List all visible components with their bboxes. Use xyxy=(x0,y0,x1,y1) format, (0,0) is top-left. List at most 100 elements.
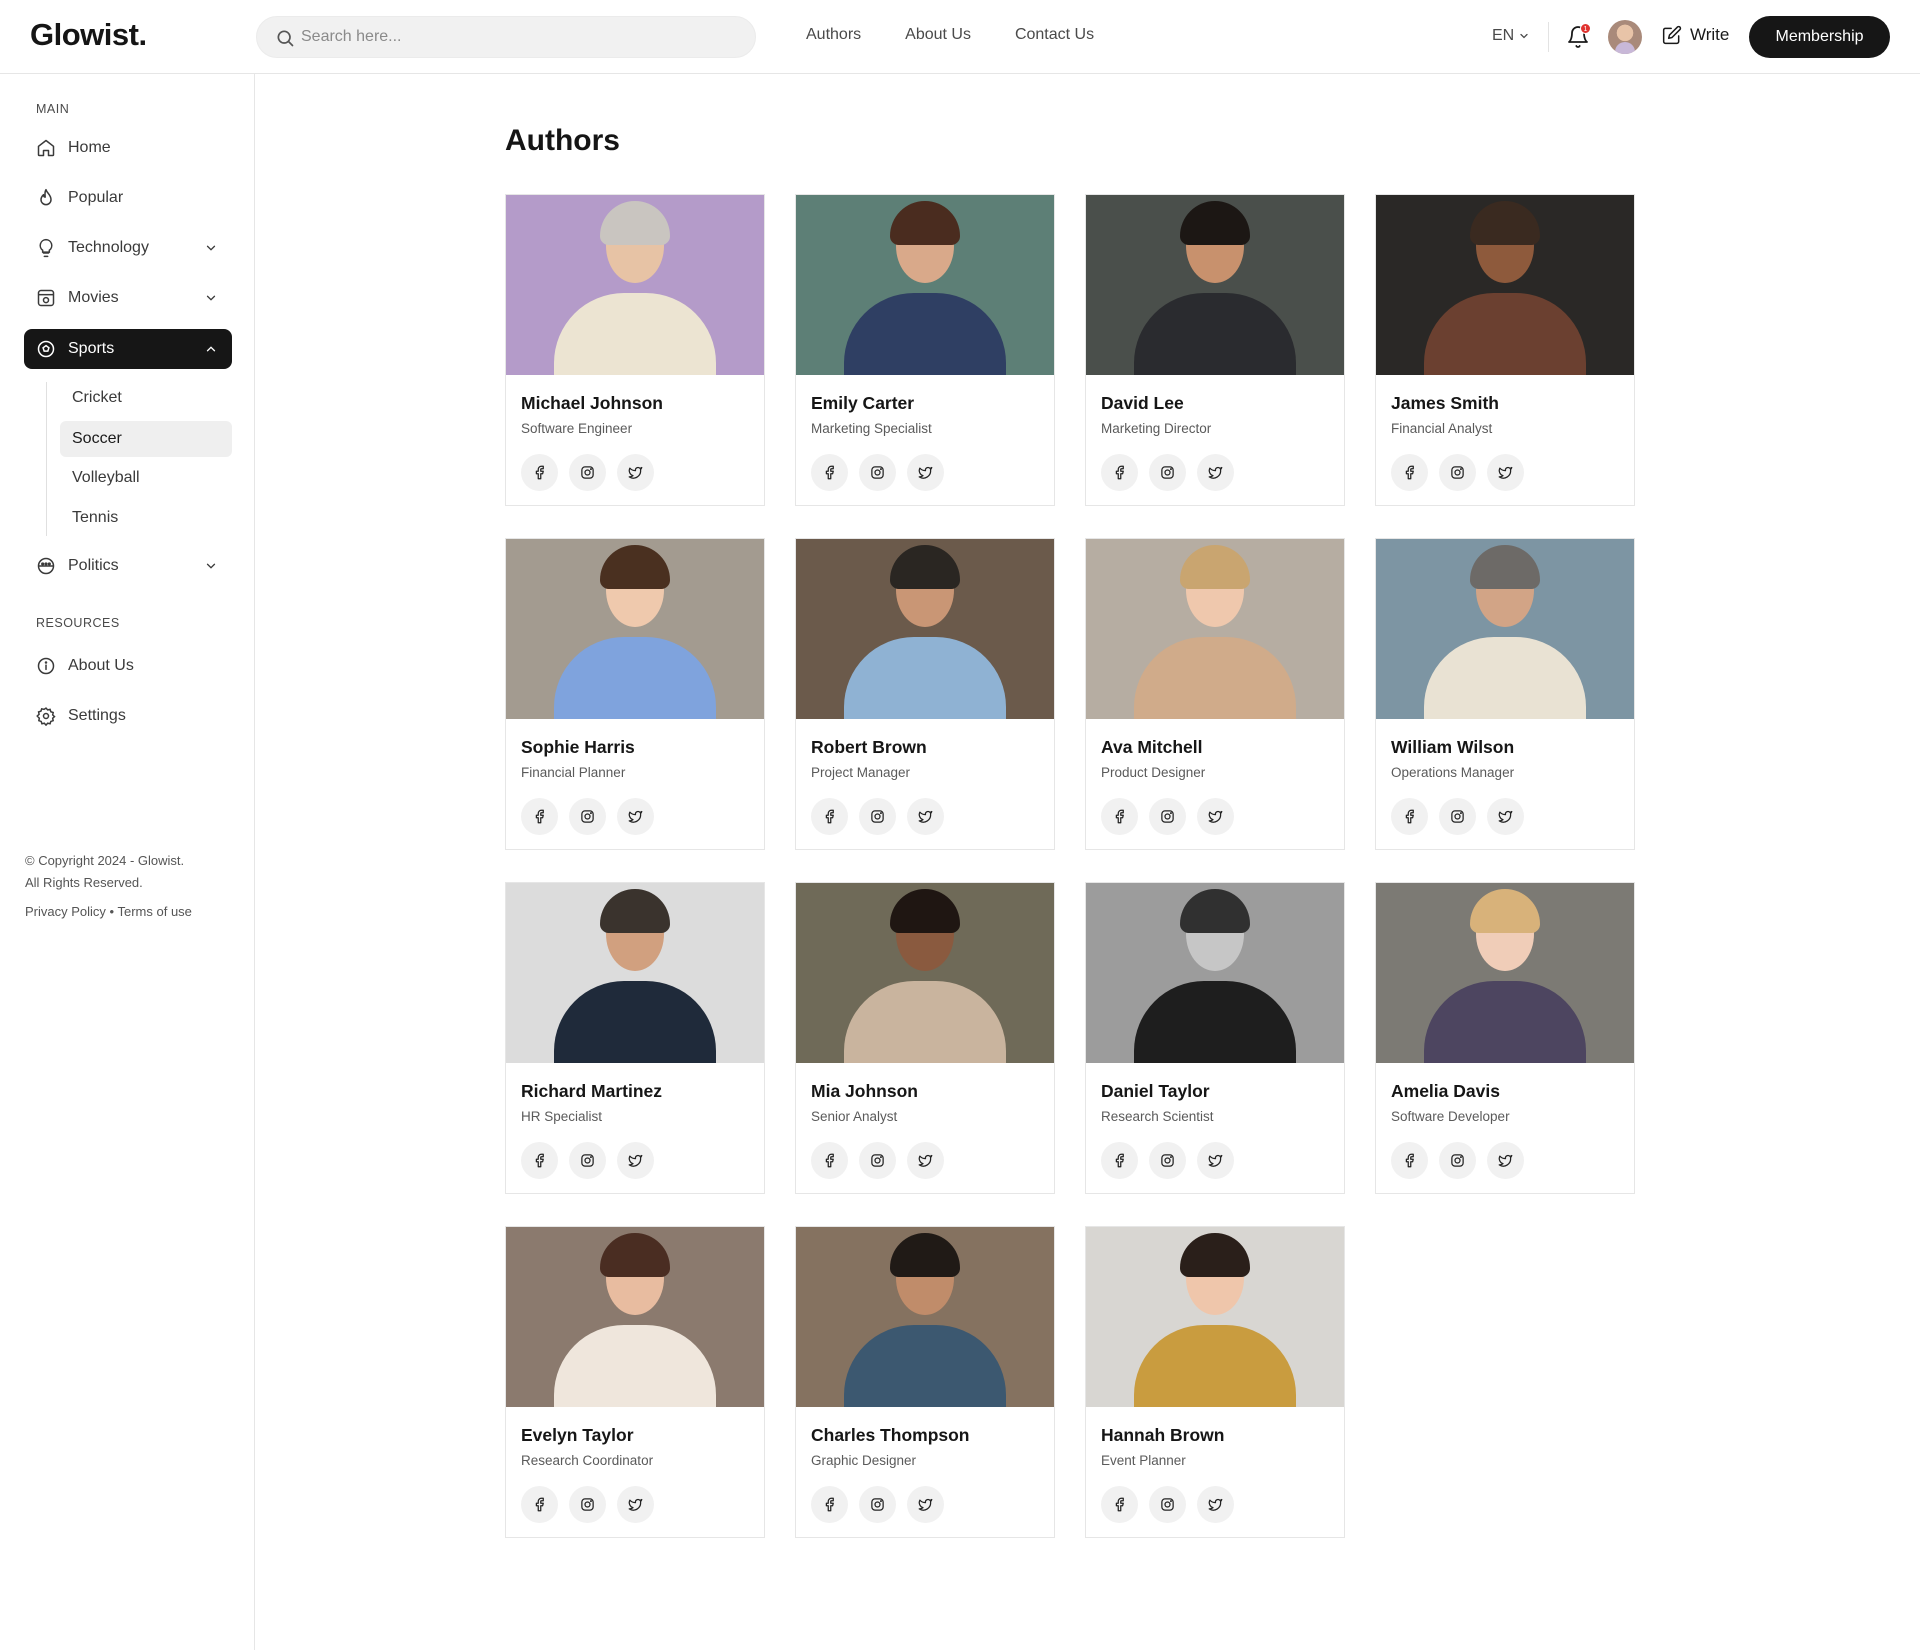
instagram-button[interactable] xyxy=(1439,798,1476,835)
membership-button[interactable]: Membership xyxy=(1749,16,1890,58)
author-card[interactable]: William Wilson Operations Manager xyxy=(1375,538,1635,850)
facebook-button[interactable] xyxy=(811,1486,848,1523)
author-name[interactable]: Ava Mitchell xyxy=(1101,737,1202,758)
instagram-button[interactable] xyxy=(859,454,896,491)
facebook-button[interactable] xyxy=(521,454,558,491)
twitter-button[interactable] xyxy=(617,1486,654,1523)
facebook-button[interactable] xyxy=(1101,798,1138,835)
author-card[interactable]: Evelyn Taylor Research Coordinator xyxy=(505,1226,765,1538)
terms-of-use-link[interactable]: Terms of use xyxy=(117,904,191,919)
author-name[interactable]: Daniel Taylor xyxy=(1101,1081,1210,1102)
nav-link-about-us[interactable]: About Us xyxy=(905,26,971,44)
sidebar-item-movies[interactable]: Movies xyxy=(24,278,232,318)
twitter-button[interactable] xyxy=(1487,798,1524,835)
author-card[interactable]: David Lee Marketing Director xyxy=(1085,194,1345,506)
search-input[interactable] xyxy=(301,17,741,57)
facebook-button[interactable] xyxy=(1391,1142,1428,1179)
twitter-button[interactable] xyxy=(907,798,944,835)
author-card[interactable]: James Smith Financial Analyst xyxy=(1375,194,1635,506)
user-avatar[interactable] xyxy=(1608,20,1642,54)
facebook-button[interactable] xyxy=(811,454,848,491)
author-card[interactable]: Hannah Brown Event Planner xyxy=(1085,1226,1345,1538)
instagram-button[interactable] xyxy=(859,798,896,835)
sidebar-item-home[interactable]: Home xyxy=(24,128,232,168)
facebook-button[interactable] xyxy=(1391,798,1428,835)
instagram-button[interactable] xyxy=(1149,1486,1186,1523)
author-card[interactable]: Charles Thompson Graphic Designer xyxy=(795,1226,1055,1538)
search-bar[interactable] xyxy=(256,16,756,58)
instagram-button[interactable] xyxy=(569,798,606,835)
author-card[interactable]: Amelia Davis Software Developer xyxy=(1375,882,1635,1194)
twitter-button[interactable] xyxy=(1197,1142,1234,1179)
sidebar-item-technology[interactable]: Technology xyxy=(24,228,232,268)
sidebar-item-about-us[interactable]: About Us xyxy=(24,646,232,686)
nav-link-authors[interactable]: Authors xyxy=(806,26,861,44)
sidebar-subitem-volleyball[interactable]: Volleyball xyxy=(60,460,232,496)
twitter-button[interactable] xyxy=(1487,1142,1524,1179)
sidebar-subitem-cricket[interactable]: Cricket xyxy=(60,380,232,416)
author-card[interactable]: Ava Mitchell Product Designer xyxy=(1085,538,1345,850)
twitter-button[interactable] xyxy=(1197,798,1234,835)
author-card[interactable]: Emily Carter Marketing Specialist xyxy=(795,194,1055,506)
twitter-button[interactable] xyxy=(617,454,654,491)
facebook-button[interactable] xyxy=(811,1142,848,1179)
sidebar-item-settings[interactable]: Settings xyxy=(24,696,232,736)
instagram-button[interactable] xyxy=(569,454,606,491)
instagram-button[interactable] xyxy=(569,1142,606,1179)
sidebar-subitem-tennis[interactable]: Tennis xyxy=(60,500,232,536)
author-card[interactable]: Michael Johnson Software Engineer xyxy=(505,194,765,506)
author-card[interactable]: Sophie Harris Financial Planner xyxy=(505,538,765,850)
nav-link-contact-us[interactable]: Contact Us xyxy=(1015,26,1094,44)
language-selector[interactable]: EN xyxy=(1492,27,1530,45)
author-card[interactable]: Daniel Taylor Research Scientist xyxy=(1085,882,1345,1194)
instagram-button[interactable] xyxy=(1149,454,1186,491)
facebook-button[interactable] xyxy=(1101,454,1138,491)
sidebar-item-sports[interactable]: Sports xyxy=(24,329,232,369)
sidebar-item-popular[interactable]: Popular xyxy=(24,178,232,218)
sidebar-item-politics[interactable]: Politics xyxy=(24,546,232,586)
facebook-button[interactable] xyxy=(1101,1142,1138,1179)
twitter-button[interactable] xyxy=(907,1142,944,1179)
author-name[interactable]: David Lee xyxy=(1101,393,1184,414)
author-name[interactable]: Emily Carter xyxy=(811,393,914,414)
author-name[interactable]: Hannah Brown xyxy=(1101,1425,1224,1446)
twitter-button[interactable] xyxy=(617,1142,654,1179)
instagram-button[interactable] xyxy=(569,1486,606,1523)
logo[interactable]: Glowist. xyxy=(30,17,147,53)
facebook-button[interactable] xyxy=(1101,1486,1138,1523)
instagram-button[interactable] xyxy=(1439,1142,1476,1179)
author-card[interactable]: Robert Brown Project Manager xyxy=(795,538,1055,850)
write-button[interactable]: Write xyxy=(1662,25,1729,45)
twitter-button[interactable] xyxy=(1487,454,1524,491)
author-name[interactable]: Evelyn Taylor xyxy=(521,1425,634,1446)
twitter-button[interactable] xyxy=(617,798,654,835)
facebook-button[interactable] xyxy=(1391,454,1428,491)
author-card[interactable]: Mia Johnson Senior Analyst xyxy=(795,882,1055,1194)
author-name[interactable]: Charles Thompson xyxy=(811,1425,970,1446)
author-name[interactable]: William Wilson xyxy=(1391,737,1514,758)
author-name[interactable]: Robert Brown xyxy=(811,737,927,758)
twitter-button[interactable] xyxy=(1197,1486,1234,1523)
instagram-button[interactable] xyxy=(859,1142,896,1179)
author-name[interactable]: Sophie Harris xyxy=(521,737,635,758)
twitter-icon xyxy=(1208,1154,1223,1167)
twitter-button[interactable] xyxy=(1197,454,1234,491)
instagram-button[interactable] xyxy=(859,1486,896,1523)
sidebar-subitem-soccer[interactable]: Soccer xyxy=(60,421,232,457)
facebook-button[interactable] xyxy=(521,1486,558,1523)
instagram-button[interactable] xyxy=(1149,1142,1186,1179)
instagram-button[interactable] xyxy=(1439,454,1476,491)
author-name[interactable]: Amelia Davis xyxy=(1391,1081,1500,1102)
author-name[interactable]: James Smith xyxy=(1391,393,1499,414)
facebook-button[interactable] xyxy=(521,1142,558,1179)
author-card[interactable]: Richard Martinez HR Specialist xyxy=(505,882,765,1194)
instagram-button[interactable] xyxy=(1149,798,1186,835)
author-name[interactable]: Richard Martinez xyxy=(521,1081,662,1102)
privacy-policy-link[interactable]: Privacy Policy xyxy=(25,904,106,919)
twitter-button[interactable] xyxy=(907,1486,944,1523)
facebook-button[interactable] xyxy=(811,798,848,835)
twitter-button[interactable] xyxy=(907,454,944,491)
author-name[interactable]: Mia Johnson xyxy=(811,1081,918,1102)
facebook-button[interactable] xyxy=(521,798,558,835)
author-name[interactable]: Michael Johnson xyxy=(521,393,663,414)
